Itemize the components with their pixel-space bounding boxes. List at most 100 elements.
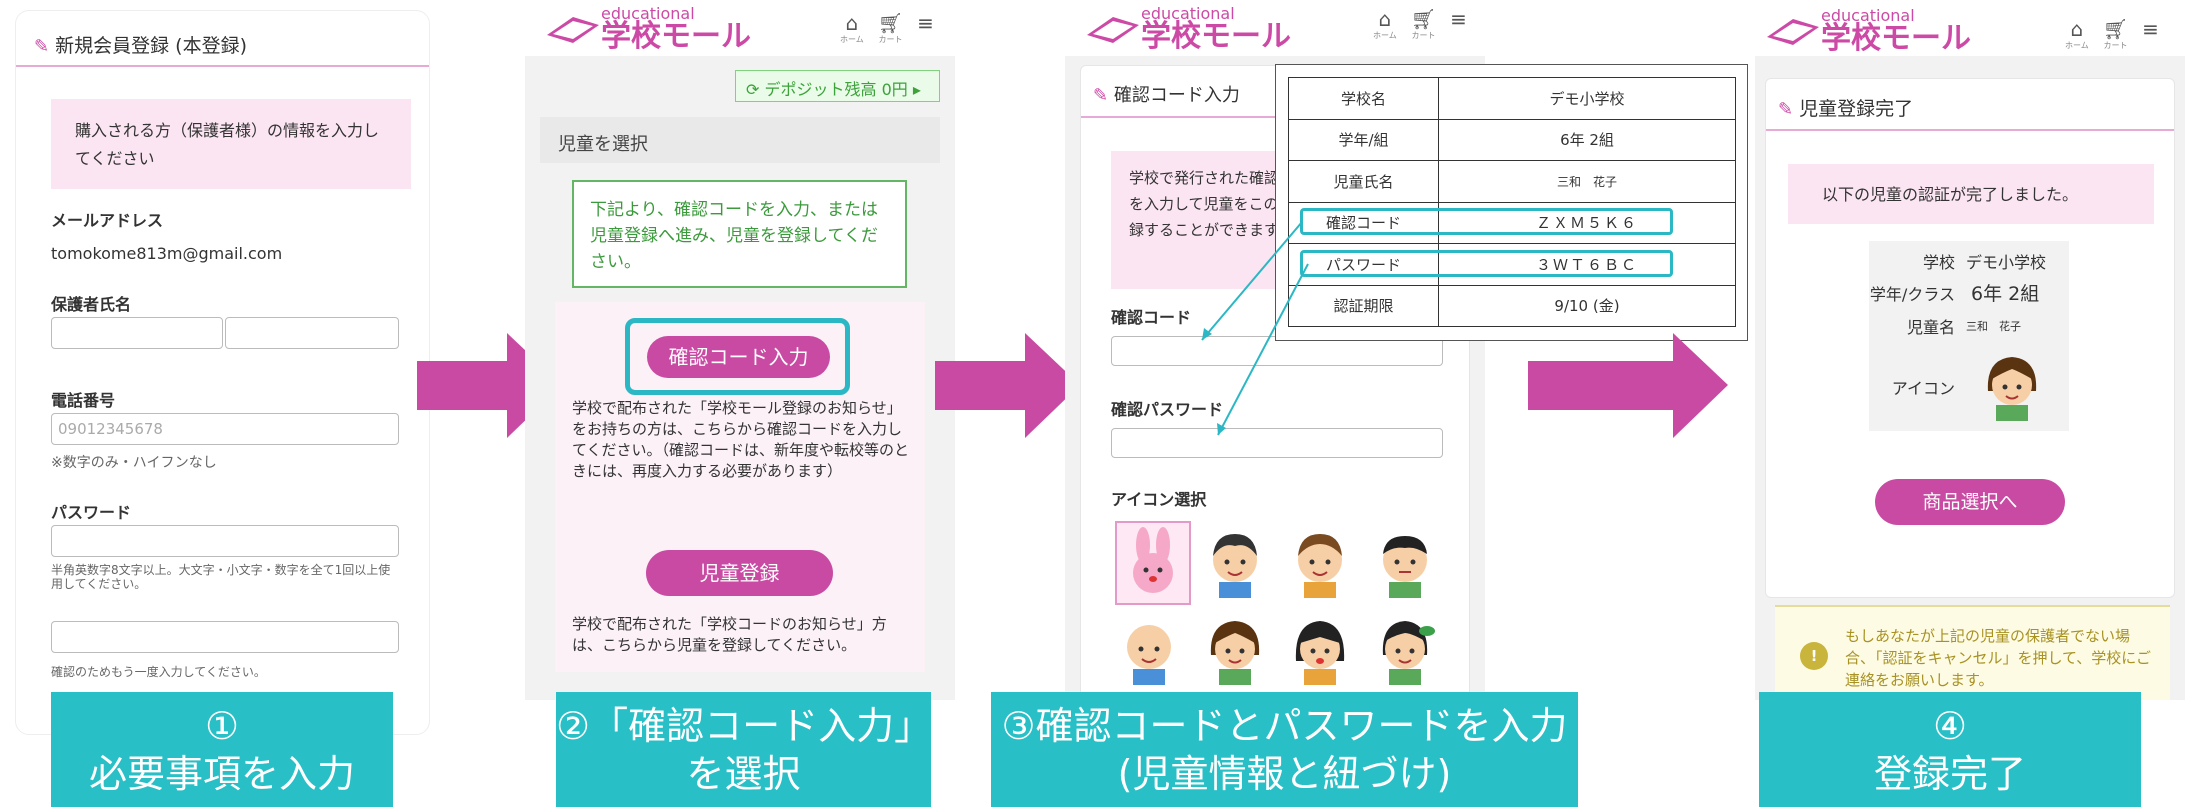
caption-1-line1: ① [204,703,240,748]
code-label: 確認コード [1111,308,1192,327]
home-nav[interactable]: ⌂ ホーム [1373,8,1397,41]
home-icon: ⌂ [2070,17,2084,41]
site-header: educational 学校モール ⌂ ホーム 🛒︎ カート ≡ [525,0,955,56]
home-icon: ⌂ [1378,7,1392,31]
caption-3-line1: ③確認コードとパスワードを入力 [1001,703,1568,748]
complete-message: 以下の児童の認証が完了しました。 [1788,164,2154,224]
bald-boy-avatar-icon[interactable] [1115,611,1183,687]
table-key: 学年/組 [1288,118,1439,161]
logo-big-text: 学校モール [1821,21,1971,56]
home-nav[interactable]: ⌂ ホーム [2065,18,2089,51]
card-title: 児童登録完了 [1799,98,1914,120]
cart-nav[interactable]: 🛒︎ カート [878,12,903,45]
caption-step-4: ④ 登録完了 [1759,692,2141,807]
caption-step-2: ②「確認コード入力」 を選択 [556,692,933,807]
girl-avatar-icon [1987,357,2037,421]
table-row: 学校名 デモ小学校 [1288,77,1736,120]
phone-hint: ※数字のみ・ハイフンなし [51,455,217,471]
summary-value: 6年 2組 [1971,283,2040,305]
summary-key: 児童名 [1906,318,1955,337]
menu-button[interactable]: ≡ [917,12,934,45]
book-logo-icon [1767,19,1819,45]
info-notice: 購入される方（保護者様）の情報を入力してください [51,99,411,189]
password-hint: 半角英数字8文字以上。大文字・小文字・数字を全て1回以上使用してください。 [51,563,391,591]
home-nav-label: ホーム [1373,31,1397,40]
code-row-highlight [1300,208,1673,235]
confirmation-code-button[interactable]: 確認コード入力 [647,336,830,378]
password-confirm-input[interactable] [51,621,399,653]
caption-4-line1: ④ [1932,703,1968,748]
deposit-badge[interactable]: ⟳ デポジット残高 0円 ▸ [735,70,940,102]
code-info-table: 学校名 デモ小学校 学年/組 6年 2組 児童氏名 三和 花子 確認コード ＺＸＭ５Ｋ６… [1288,77,1736,327]
phone-input[interactable]: 09012345678 [51,413,399,445]
table-value: デモ小学校 [1438,77,1736,120]
book-logo-icon [547,17,599,43]
logo-big-text: 学校モール [601,19,751,54]
chevron-right-icon: ▸ [912,80,921,99]
cart-nav-label: カート [2103,41,2128,50]
caption-2-line1: ②「確認コード入力」 [556,703,933,748]
summary-key: 学校 [1922,253,1955,272]
product-select-button[interactable]: 商品選択へ [1875,479,2065,525]
boy-avatar-icon[interactable] [1371,524,1439,600]
table-row: 学年/組 6年 2組 [1288,118,1736,161]
cart-nav-label: カート [878,35,903,44]
complete-card: ✎ 児童登録完了 以下の児童の認証が完了しました。 学校 デモ小学校 学年/クラ… [1765,78,2175,598]
rabbit-avatar-icon [1133,527,1173,593]
first-name-input[interactable] [225,317,399,349]
caption-1-line2: 必要事項を入力 [88,751,355,796]
home-nav[interactable]: ⌂ ホーム [840,12,864,45]
pencil-icon: ✎ [1093,85,1109,106]
girl-avatar-icon[interactable] [1286,611,1354,687]
site-logo[interactable]: educational 学校モール [543,6,751,52]
menu-button[interactable]: ≡ [1450,8,1467,41]
table-row: 認証期限 9/10 (金) [1288,284,1736,327]
confirm-hint: 確認のためもう一度入力してください。 [51,665,266,679]
arrow-right-icon [935,333,1080,438]
password-input[interactable] [51,525,399,557]
site-header: educational 学校モール ⌂ ホーム 🛒︎ カート ≡ [1065,0,1485,56]
caption-2-line2: を選択 [686,751,801,796]
email-label: メールアドレス [51,211,164,230]
table-value: 9/10 (金) [1438,284,1736,327]
child-register-button[interactable]: 児童登録 [646,550,833,596]
table-row: 児童氏名 三和 花子 [1288,160,1736,203]
register-description: 学校で配布された「学校コードのお知らせ」方は、こちらから児童を登録してください。 [572,615,887,654]
email-value: tomokome813m@gmail.com [51,244,283,263]
table-value: 三和 花子 [1438,160,1736,203]
site-header: educational 学校モール ⌂ ホーム 🛒︎ カート ≡ [1755,0,2185,56]
summary-value: デモ小学校 [1966,253,2047,272]
menu-button[interactable]: ≡ [2142,18,2159,51]
last-name-input[interactable] [51,317,223,349]
site-logo[interactable]: educational 学校モール [1083,6,1291,52]
girl-avatar-icon[interactable] [1371,611,1439,687]
hamburger-menu-icon: ≡ [917,11,934,35]
site-logo[interactable]: educational 学校モール [1763,8,1971,54]
arrow-right-icon [1528,333,1728,438]
warning-text: もしあなたが上記の児童の保護者でない場合、「認証をキャンセル」を押して、学校にご… [1845,627,2152,689]
icon-option-rabbit[interactable] [1115,521,1191,605]
cart-nav-label: カート [1411,31,1436,40]
girl-avatar-icon[interactable] [1201,611,1269,687]
guardian-name-label: 保護者氏名 [51,295,132,314]
card-header: ✎ 児童登録完了 [1766,79,2174,131]
panel-registration-complete: educational 学校モール ⌂ ホーム 🛒︎ カート ≡ ✎ 児童登録完了 以… [1755,0,2185,700]
summary-value: 三和 花子 [1966,320,2021,333]
caption-step-1: ① 必要事項を入力 [51,692,393,807]
cart-icon: 🛒︎ [877,11,904,35]
table-key: 学校名 [1288,77,1439,120]
instruction-box: 下記より、確認コードを入力、または児童登録へ進み、児童を登録してください。 [572,180,907,288]
panel-select-child: educational 学校モール ⌂ ホーム 🛒︎ カート ≡ ⟳ デポジット残高 … [525,0,955,700]
password-row-highlight [1300,250,1673,277]
section-header: 児童を選択 [540,117,940,163]
cart-nav[interactable]: 🛒︎ カート [2103,18,2128,51]
boy-avatar-icon[interactable] [1201,524,1269,600]
cart-nav[interactable]: 🛒︎ カート [1411,8,1436,41]
form-header: ✎ 新規会員登録 (本登録) [16,11,429,67]
summary-key: アイコン [1891,379,1955,398]
cart-icon: 🛒︎ [1410,7,1437,31]
home-icon: ⌂ [845,11,859,35]
hamburger-menu-icon: ≡ [2142,17,2159,41]
boy-avatar-icon[interactable] [1286,524,1354,600]
warning-icon: ! [1800,642,1828,670]
